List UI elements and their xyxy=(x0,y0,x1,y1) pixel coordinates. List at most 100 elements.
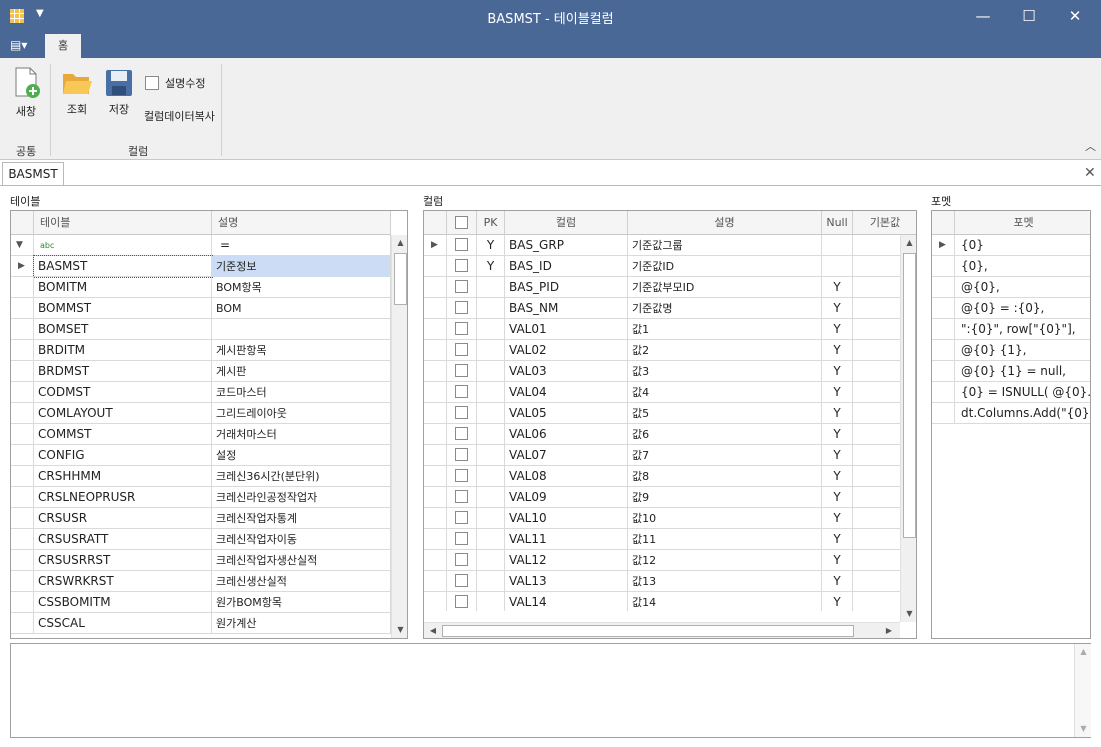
column-row[interactable]: Y BAS_ID 기준값ID xyxy=(424,256,900,277)
format-grid[interactable]: 포멧 ▶ {0} {0}, @{0}, @{0} = :{0}, ":{0}", row[… xyxy=(931,210,1091,639)
table-description-cell[interactable]: 코드마스터 xyxy=(212,382,391,403)
null-cell[interactable] xyxy=(822,256,853,277)
column-name-cell[interactable]: VAL05 xyxy=(505,403,628,424)
checkbox-box[interactable] xyxy=(455,532,468,545)
null-cell[interactable]: Y xyxy=(822,466,853,487)
new-window-button[interactable]: 새창 xyxy=(8,66,44,119)
row-checkbox[interactable] xyxy=(447,256,477,277)
checkbox-box[interactable] xyxy=(455,553,468,566)
columns-grid[interactable]: PK 컬럼 설명 Null 기본값 ▶ Y BAS_GRP 기준값그룹 Y BAS_ID 기… xyxy=(423,210,917,639)
format-cell[interactable]: @{0}, xyxy=(955,277,1090,298)
column-name-cell[interactable]: VAL06 xyxy=(505,424,628,445)
format-row[interactable]: @{0} {1} = null, xyxy=(932,361,1090,382)
format-cell[interactable]: @{0} = :{0}, xyxy=(955,298,1090,319)
scroll-thumb[interactable] xyxy=(394,253,407,305)
column-row[interactable]: VAL02 값2 Y xyxy=(424,340,900,361)
table-row[interactable]: BRDITM 게시판항목 xyxy=(11,340,391,361)
table-name-cell[interactable]: CRSHHMM xyxy=(34,466,212,487)
table-row[interactable]: CODMST 코드마스터 xyxy=(11,382,391,403)
file-menu-icon[interactable]: ▤▾ xyxy=(10,38,27,52)
default-value-cell[interactable] xyxy=(853,592,900,613)
table-row[interactable]: CONFIG 설정 xyxy=(11,445,391,466)
table-description-cell[interactable]: 기준정보 xyxy=(212,256,391,277)
document-tab[interactable]: BASMST xyxy=(2,162,64,186)
checkbox-box[interactable] xyxy=(455,364,468,377)
pk-cell[interactable] xyxy=(477,487,505,508)
table-description-cell[interactable]: 크레신작업자생산실적 xyxy=(212,550,391,571)
column-row[interactable]: VAL04 값4 Y xyxy=(424,382,900,403)
checkbox-box[interactable] xyxy=(455,238,468,251)
null-cell[interactable]: Y xyxy=(822,361,853,382)
tab-home[interactable]: 홈 xyxy=(45,34,81,58)
format-cell[interactable]: {0} xyxy=(955,235,1090,256)
null-cell[interactable]: Y xyxy=(822,340,853,361)
table-row[interactable]: BRDMST 게시판 xyxy=(11,361,391,382)
row-checkbox[interactable] xyxy=(447,571,477,592)
column-header-default[interactable]: 기본값 xyxy=(853,211,916,235)
scroll-up-arrow-icon[interactable]: ▲ xyxy=(901,235,916,251)
column-name-cell[interactable]: BAS_PID xyxy=(505,277,628,298)
column-description-cell[interactable]: 값4 xyxy=(628,382,822,403)
column-row[interactable]: VAL08 값8 Y xyxy=(424,466,900,487)
column-row[interactable]: VAL06 값6 Y xyxy=(424,424,900,445)
table-row[interactable]: CRSUSRRST 크레신작업자생산실적 xyxy=(11,550,391,571)
default-value-cell[interactable] xyxy=(853,466,900,487)
row-checkbox[interactable] xyxy=(447,382,477,403)
horizontal-scroll-thumb[interactable] xyxy=(442,625,854,637)
column-row[interactable]: VAL13 값13 Y xyxy=(424,571,900,592)
checkbox-box[interactable] xyxy=(455,385,468,398)
table-row[interactable]: CRSWRKRST 크레신생산실적 xyxy=(11,571,391,592)
column-header-description[interactable]: 설명 xyxy=(628,211,822,235)
checkbox-box[interactable] xyxy=(145,76,159,90)
column-description-cell[interactable]: 값13 xyxy=(628,571,822,592)
table-name-cell[interactable]: CODMST xyxy=(34,382,212,403)
column-name-cell[interactable]: VAL07 xyxy=(505,445,628,466)
column-name-cell[interactable]: BAS_NM xyxy=(505,298,628,319)
row-checkbox[interactable] xyxy=(447,529,477,550)
table-name-cell[interactable]: CONFIG xyxy=(34,445,212,466)
table-name-cell[interactable]: BRDITM xyxy=(34,340,212,361)
column-row[interactable]: VAL09 값9 Y xyxy=(424,487,900,508)
pk-cell[interactable] xyxy=(477,403,505,424)
pk-cell[interactable] xyxy=(477,361,505,382)
table-name-cell[interactable]: COMMST xyxy=(34,424,212,445)
column-row[interactable]: VAL11 값11 Y xyxy=(424,529,900,550)
table-description-cell[interactable]: BOM항목 xyxy=(212,277,391,298)
table-name-cell[interactable]: BOMSET xyxy=(34,319,212,340)
filter-equals-operator[interactable]: = xyxy=(212,235,391,256)
format-row[interactable]: ▶ {0} xyxy=(932,235,1090,256)
null-cell[interactable]: Y xyxy=(822,277,853,298)
table-name-cell[interactable]: BOMMST xyxy=(34,298,212,319)
table-row[interactable]: COMMST 거래처마스터 xyxy=(11,424,391,445)
checkbox-box[interactable] xyxy=(455,595,468,608)
pk-cell[interactable] xyxy=(477,466,505,487)
column-header-pk[interactable]: PK xyxy=(477,211,505,235)
tables-vertical-scrollbar[interactable]: ▲ ▼ xyxy=(391,235,407,638)
table-description-cell[interactable]: 설정 xyxy=(212,445,391,466)
checkbox-box[interactable] xyxy=(455,406,468,419)
null-cell[interactable]: Y xyxy=(822,508,853,529)
close-button[interactable]: ✕ xyxy=(1052,0,1098,32)
column-description-cell[interactable]: 값6 xyxy=(628,424,822,445)
checkbox-box[interactable] xyxy=(455,259,468,272)
pk-cell[interactable] xyxy=(477,592,505,613)
column-description-cell[interactable]: 값3 xyxy=(628,361,822,382)
pk-cell[interactable] xyxy=(477,319,505,340)
row-checkbox[interactable] xyxy=(447,487,477,508)
row-checkbox[interactable] xyxy=(447,277,477,298)
table-name-cell[interactable]: CRSLNEOPRUSR xyxy=(34,487,212,508)
column-header-null[interactable]: Null xyxy=(822,211,853,235)
checkbox-box[interactable] xyxy=(455,343,468,356)
default-value-cell[interactable] xyxy=(853,361,900,382)
format-row[interactable]: {0}, xyxy=(932,256,1090,277)
select-all-checkbox[interactable] xyxy=(447,211,477,235)
filter-abc-icon[interactable]: abc xyxy=(34,235,212,256)
minimize-button[interactable]: — xyxy=(960,0,1006,32)
table-name-cell[interactable]: CRSWRKRST xyxy=(34,571,212,592)
null-cell[interactable]: Y xyxy=(822,550,853,571)
default-value-cell[interactable] xyxy=(853,508,900,529)
pk-cell[interactable] xyxy=(477,298,505,319)
pk-cell[interactable] xyxy=(477,550,505,571)
checkbox-box[interactable] xyxy=(455,574,468,587)
checkbox-box[interactable] xyxy=(455,448,468,461)
